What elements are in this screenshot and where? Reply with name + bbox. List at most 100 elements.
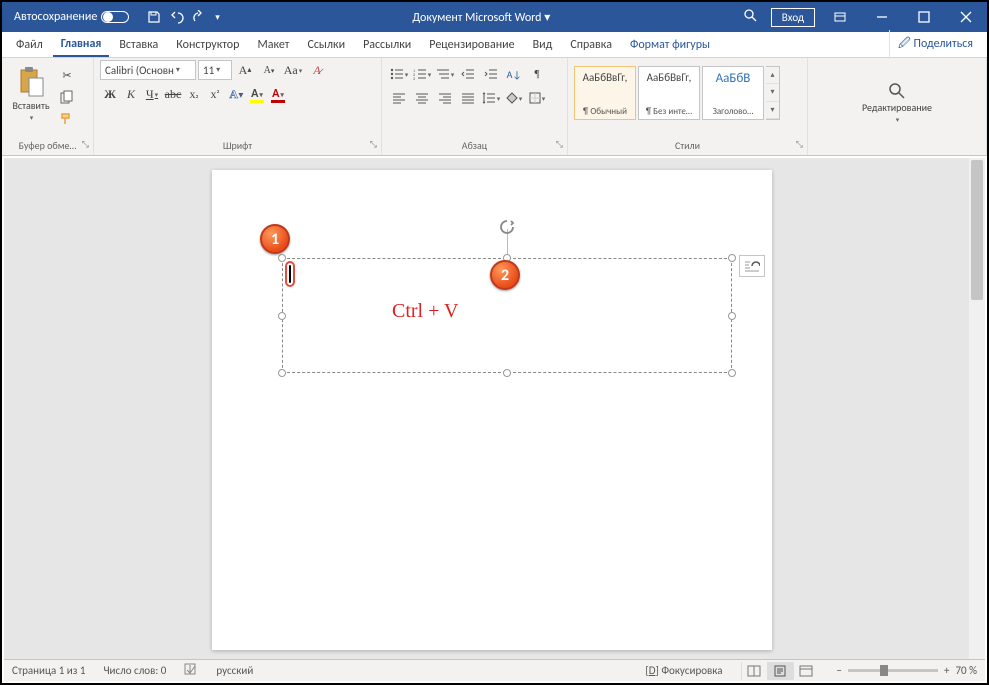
group-font-label: Шрифт [223, 139, 252, 152]
print-layout-icon[interactable] [767, 662, 793, 680]
style-normal[interactable]: АаБбВвГг, ¶ Обычный [574, 66, 636, 120]
zoom-in-button[interactable]: + [944, 664, 949, 677]
undo-icon[interactable] [169, 10, 185, 24]
zoom-out-button[interactable]: − [837, 664, 842, 677]
shrink-font-icon[interactable]: A▾ [258, 60, 280, 80]
copy-icon[interactable] [58, 88, 76, 106]
tab-help[interactable]: Справка [562, 34, 620, 56]
spellcheck-icon[interactable] [184, 662, 198, 679]
login-button[interactable]: Вход [771, 8, 815, 27]
cut-icon[interactable]: ✂ [58, 66, 76, 84]
style-no-spacing[interactable]: АаБбВвГг, ¶ Без инте… [638, 66, 700, 120]
align-left-icon[interactable] [388, 88, 410, 108]
tab-insert[interactable]: Вставка [111, 34, 166, 56]
read-mode-icon[interactable] [741, 662, 767, 680]
highlight-icon[interactable]: A▾ [247, 84, 267, 104]
layout-options-icon[interactable] [739, 255, 765, 277]
align-right-icon[interactable] [434, 88, 456, 108]
share-label: Поделиться [914, 37, 973, 51]
word-count[interactable]: Число слов: 0 [103, 664, 166, 677]
resize-handle[interactable] [278, 312, 286, 320]
justify-icon[interactable] [457, 88, 479, 108]
tab-review[interactable]: Рецензирование [421, 34, 522, 56]
scrollbar-thumb[interactable] [971, 160, 983, 300]
line-spacing-icon[interactable]: ▾ [480, 88, 502, 108]
resize-handle[interactable] [728, 312, 736, 320]
format-painter-icon[interactable] [58, 110, 76, 128]
increase-indent-icon[interactable] [480, 64, 502, 84]
resize-handle[interactable] [503, 369, 511, 377]
paste-button[interactable]: Вставить ▾ [8, 60, 54, 122]
font-name-combo[interactable]: Calibri (Основн▾ [100, 60, 196, 80]
group-clipboard: Вставить ▾ ✂ Буфер обме… ⤡ [2, 58, 94, 155]
window-controls [819, 2, 987, 32]
grow-font-icon[interactable]: A▴ [234, 60, 256, 80]
tab-shape-format[interactable]: Формат фигуры [622, 34, 718, 56]
group-clipboard-label: Буфер обме… [19, 139, 77, 152]
shading-icon[interactable]: ▾ [503, 88, 525, 108]
underline-button[interactable]: Ч▾ [142, 84, 162, 104]
font-size-combo[interactable]: 11▾ [198, 60, 232, 80]
bullets-icon[interactable]: ▾ [388, 64, 410, 84]
language-indicator[interactable]: русский [216, 664, 253, 677]
close-icon[interactable] [945, 2, 987, 32]
resize-handle[interactable] [278, 369, 286, 377]
zoom-slider[interactable] [848, 669, 938, 672]
resize-handle[interactable] [728, 254, 736, 262]
tab-references[interactable]: Ссылки [299, 34, 353, 56]
redo-icon[interactable] [193, 10, 207, 24]
clear-format-icon[interactable]: A̷ [306, 60, 328, 80]
autosave-toggle[interactable] [101, 11, 129, 23]
ribbon-display-icon[interactable] [819, 2, 861, 32]
maximize-icon[interactable] [903, 2, 945, 32]
annotation-marker-2: 2 [490, 260, 520, 290]
minimize-icon[interactable] [861, 2, 903, 32]
subscript-button[interactable]: x₂ [184, 84, 204, 104]
document-workspace[interactable]: Ctrl + V 1 2 [4, 158, 985, 659]
font-color-icon[interactable]: A▾ [268, 84, 288, 104]
tab-layout[interactable]: Макет [249, 34, 297, 56]
tab-view[interactable]: Вид [525, 34, 561, 56]
tab-home[interactable]: Главная [53, 33, 110, 57]
decrease-indent-icon[interactable] [457, 64, 479, 84]
zoom-slider-thumb[interactable] [880, 665, 888, 676]
font-launcher-icon[interactable]: ⤡ [370, 139, 377, 150]
font-size-value: 11 [203, 64, 214, 77]
share-button[interactable]: 🖉 Поделиться [889, 30, 981, 59]
superscript-button[interactable]: x² [205, 84, 225, 104]
numbering-icon[interactable]: 123▾ [411, 64, 433, 84]
editing-button[interactable]: Редактирование ▾ [862, 76, 932, 124]
tab-file[interactable]: Файл [8, 34, 51, 56]
vertical-scrollbar[interactable] [969, 158, 985, 659]
rotation-handle-icon[interactable] [499, 219, 515, 235]
italic-button[interactable]: К [121, 84, 141, 104]
text-effects-icon[interactable]: A▾ [226, 84, 246, 104]
document-title[interactable]: Документ Microsoft Word ▾ [220, 10, 743, 25]
multilevel-icon[interactable]: ▾ [434, 64, 456, 84]
change-case-icon[interactable]: Aa▾ [282, 60, 304, 80]
annotation-marker-1: 1 [260, 224, 290, 254]
autosave-label: Автосохранение [14, 10, 97, 24]
tab-mailings[interactable]: Рассылки [355, 34, 419, 56]
clipboard-launcher-icon[interactable]: ⤡ [82, 139, 89, 150]
bold-button[interactable]: Ж [100, 84, 120, 104]
styles-gallery-more[interactable]: ▴▾▾ [766, 66, 780, 120]
zoom-value[interactable]: 70 % [955, 664, 977, 677]
resize-handle[interactable] [728, 369, 736, 377]
focus-mode[interactable]: [D] Фокусировка [645, 664, 722, 677]
tab-design[interactable]: Конструктор [168, 34, 247, 56]
style-heading1[interactable]: АаБбВ Заголово… [702, 66, 764, 120]
borders-icon[interactable]: ▾ [526, 88, 548, 108]
web-layout-icon[interactable] [793, 662, 819, 680]
paragraph-launcher-icon[interactable]: ⤡ [556, 139, 563, 150]
sort-icon[interactable]: A↓ [503, 64, 525, 84]
page[interactable]: Ctrl + V 1 2 [212, 170, 772, 650]
strikethrough-button[interactable]: abc [163, 84, 183, 104]
page-indicator[interactable]: Страница 1 из 1 [12, 664, 85, 677]
align-center-icon[interactable] [411, 88, 433, 108]
save-icon[interactable] [147, 10, 161, 24]
search-icon[interactable] [743, 8, 757, 26]
resize-handle[interactable] [278, 254, 286, 262]
show-marks-icon[interactable]: ¶ [526, 64, 548, 84]
styles-launcher-icon[interactable]: ⤡ [796, 139, 803, 150]
